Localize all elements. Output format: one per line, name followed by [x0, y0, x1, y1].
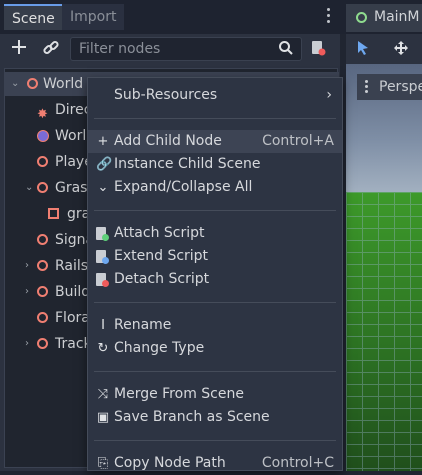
menu-label: Save Branch as Scene [114, 409, 270, 425]
node-icon [37, 234, 48, 245]
merge-icon: ⤨ [97, 387, 109, 402]
menu-label: Extend Script [114, 248, 209, 264]
dock-menu-icon[interactable] [327, 8, 331, 26]
reload-icon: ↻ [97, 341, 109, 356]
move-tool-icon[interactable] [393, 40, 409, 60]
menu-item-attach-script[interactable]: Attach Script [88, 222, 342, 245]
text-cursor-icon: I [101, 318, 105, 333]
world-env-icon [37, 130, 49, 142]
add-node-icon[interactable] [10, 38, 28, 61]
menu-separator [94, 440, 336, 441]
node-icon [27, 78, 38, 89]
menu-separator [94, 302, 336, 303]
tab-label: MainM [374, 9, 420, 25]
mesh-icon [48, 208, 59, 219]
menu-separator [94, 210, 336, 211]
search-icon [278, 40, 294, 60]
add-badge-icon [102, 234, 109, 241]
menu-separator [94, 118, 336, 119]
select-tool-icon[interactable] [356, 40, 370, 60]
node-icon [37, 156, 48, 167]
node-icon [37, 338, 48, 349]
chevron-right-icon[interactable]: › [25, 254, 29, 278]
tab-scene[interactable]: Scene [4, 4, 63, 30]
context-menu: Sub-Resources › + Add Child Node Control… [87, 77, 343, 471]
tree-label: Worl [55, 128, 87, 144]
tree-label: Flora [55, 310, 90, 326]
instance-link-icon[interactable] [42, 39, 60, 62]
menu-item-expand-collapse-all[interactable]: ⌄ Expand/Collapse All [88, 176, 342, 199]
remove-badge-icon [102, 280, 109, 287]
menu-label: Detach Script [114, 271, 210, 287]
menu-separator [94, 371, 336, 372]
menu-label: Rename [114, 317, 172, 333]
menu-item-merge-from-scene[interactable]: ⤨ Merge From Scene [88, 383, 342, 406]
node-icon [37, 182, 48, 193]
tree-label: Direc [55, 102, 92, 118]
menu-item-change-type[interactable]: ↻ Change Type [88, 337, 342, 360]
copy-path-icon: ⎘ [97, 456, 109, 471]
menu-item-copy-node-path[interactable]: ⎘ Copy Node Path Control+C [88, 452, 342, 475]
chevron-down-icon[interactable]: ⌄ [11, 72, 19, 96]
menu-item-save-branch-as-scene[interactable]: ▣ Save Branch as Scene [88, 406, 342, 429]
menu-item-extend-script[interactable]: Extend Script [88, 245, 342, 268]
filter-nodes-input[interactable]: Filter nodes [70, 37, 302, 61]
menu-label: Expand/Collapse All [114, 179, 253, 195]
menu-item-rename[interactable]: I Rename [88, 314, 342, 337]
script-filter-icon[interactable] [310, 40, 326, 60]
menu-label: Copy Node Path [114, 455, 226, 471]
kebab-icon [365, 80, 368, 93]
add-icon: + [97, 134, 109, 149]
tab-main-scene[interactable]: MainM [346, 4, 422, 32]
tab-import[interactable]: Import [62, 4, 125, 30]
node-icon [37, 260, 48, 271]
perspective-menu-button[interactable]: Perspe [357, 74, 422, 100]
menu-label: Instance Child Scene [114, 156, 261, 172]
perspective-label: Perspe [379, 79, 422, 95]
menu-label: Change Type [114, 340, 205, 356]
menu-item-instance-child-scene[interactable]: 🔗 Instance Child Scene [88, 153, 342, 176]
tree-label: World [43, 76, 84, 92]
chevron-right-icon[interactable]: › [25, 280, 29, 304]
node-icon [37, 286, 48, 297]
menu-shortcut: Control+C [261, 455, 334, 471]
menu-label: Sub-Resources [114, 87, 218, 103]
viewport-grid [346, 192, 422, 471]
menu-shortcut: Control+A [262, 133, 334, 149]
tree-label: Rails [55, 258, 89, 274]
menu-label: Merge From Scene [114, 386, 244, 402]
menu-label: Add Child Node [114, 133, 222, 149]
node-icon [37, 312, 48, 323]
menu-item-sub-resources[interactable]: Sub-Resources › [88, 84, 342, 107]
menu-item-add-child-node[interactable]: + Add Child Node Control+A [88, 130, 342, 153]
tree-label: Build [55, 284, 91, 300]
chevron-down-icon: ⌄ [97, 180, 109, 195]
chevron-right-icon: › [326, 87, 332, 103]
scene-node-icon [356, 12, 367, 23]
menu-item-detach-script[interactable]: Detach Script [88, 268, 342, 291]
menu-label: Attach Script [114, 225, 205, 241]
link-icon: 🔗 [96, 157, 113, 172]
chevron-right-icon[interactable]: › [25, 332, 29, 356]
extend-badge-icon [102, 257, 109, 264]
chevron-down-icon[interactable]: ⌄ [25, 176, 33, 200]
tree-label: Gras [55, 180, 88, 196]
save-scene-icon: ▣ [96, 410, 110, 425]
